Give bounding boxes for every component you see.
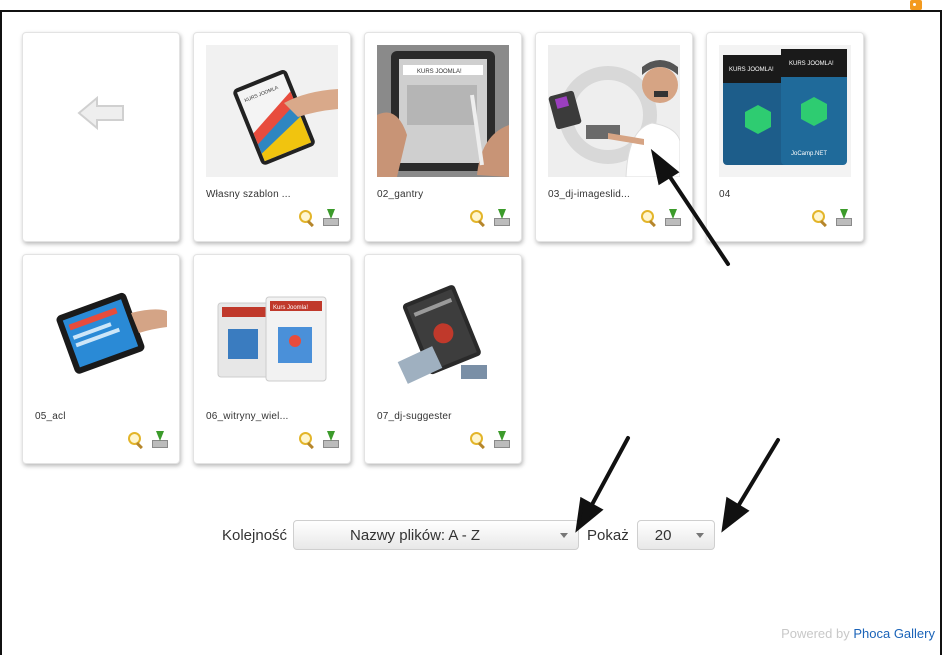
download-icon[interactable] xyxy=(322,431,340,449)
magnifier-icon[interactable] xyxy=(298,431,316,449)
rss-icon[interactable] xyxy=(910,0,922,10)
download-icon[interactable] xyxy=(835,209,853,227)
item-caption[interactable]: 05_acl xyxy=(35,411,167,422)
item-caption[interactable]: 06_witryny_wiel... xyxy=(206,411,338,422)
item-caption[interactable]: Własny szablon ... xyxy=(206,189,338,200)
back-arrow-icon[interactable] xyxy=(77,95,127,131)
powered-by-text: Powered by xyxy=(781,626,850,641)
chevron-down-icon xyxy=(560,533,569,538)
thumbnail-image[interactable]: KURS JOOMLA! KURS JOOMLA! JoCamp.NET xyxy=(719,45,851,177)
download-icon[interactable] xyxy=(151,431,169,449)
thumbnail-image[interactable]: Kurs Joomla! xyxy=(206,267,338,399)
gallery-item[interactable]: 07_dj-suggester xyxy=(364,254,522,464)
download-icon[interactable] xyxy=(322,209,340,227)
order-select-value: Nazwy plików: A - Z xyxy=(350,526,481,544)
order-select[interactable]: Nazwy plików: A - Z xyxy=(293,520,580,550)
magnifier-icon[interactable] xyxy=(469,209,487,227)
show-label: Pokaż xyxy=(587,526,629,544)
magnifier-icon[interactable] xyxy=(298,209,316,227)
item-caption[interactable]: 07_dj-suggester xyxy=(377,411,509,422)
thumb-title: KURS JOOMLA! xyxy=(789,61,834,67)
order-label: Kolejność xyxy=(222,526,288,544)
magnifier-icon[interactable] xyxy=(811,209,829,227)
show-count-select[interactable]: 20 xyxy=(636,520,715,550)
gallery-controls: Kolejność Nazwy plików: A - Z Pokaż 20 xyxy=(222,518,715,552)
chevron-down-icon xyxy=(695,533,704,538)
gallery-item[interactable]: KURS JOOMLA! 02_gantry xyxy=(364,32,522,242)
thumbnail-image[interactable]: KURS JOOMLA xyxy=(206,45,338,177)
magnifier-icon[interactable] xyxy=(127,431,145,449)
gallery-item[interactable]: 03_dj-imageslid... xyxy=(535,32,693,242)
magnifier-icon[interactable] xyxy=(469,431,487,449)
thumbnail-image[interactable] xyxy=(548,45,680,177)
magnifier-icon[interactable] xyxy=(640,209,658,227)
download-icon[interactable] xyxy=(493,431,511,449)
thumb-title: KURS JOOMLA! xyxy=(729,67,774,73)
powered-by-footer: Powered by Phoca Gallery xyxy=(781,626,935,641)
thumbnail-image[interactable] xyxy=(377,267,509,399)
show-count-value: 20 xyxy=(654,526,672,544)
phoca-gallery-link[interactable]: Phoca Gallery xyxy=(853,626,935,641)
download-icon[interactable] xyxy=(664,209,682,227)
gallery-item[interactable]: KURS JOOMLA! KURS JOOMLA! JoCamp.NET 04 xyxy=(706,32,864,242)
gallery-item[interactable]: 05_acl xyxy=(22,254,180,464)
thumb-footer: JoCamp.NET xyxy=(791,151,827,157)
download-icon[interactable] xyxy=(493,209,511,227)
gallery-item[interactable]: Kurs Joomla! 06_witryny_wiel... xyxy=(193,254,351,464)
thumb-title: KURS JOOMLA! xyxy=(417,69,462,75)
thumb-title: Kurs Joomla! xyxy=(273,305,308,311)
thumbnail-image[interactable]: KURS JOOMLA! xyxy=(377,45,509,177)
back-tile[interactable] xyxy=(22,32,180,242)
item-caption[interactable]: 02_gantry xyxy=(377,189,509,200)
item-caption[interactable]: 03_dj-imageslid... xyxy=(548,189,680,200)
thumbnail-image[interactable] xyxy=(35,267,167,399)
gallery-item[interactable]: KURS JOOMLA Własny szablon ... xyxy=(193,32,351,242)
item-caption[interactable]: 04 xyxy=(719,189,851,200)
